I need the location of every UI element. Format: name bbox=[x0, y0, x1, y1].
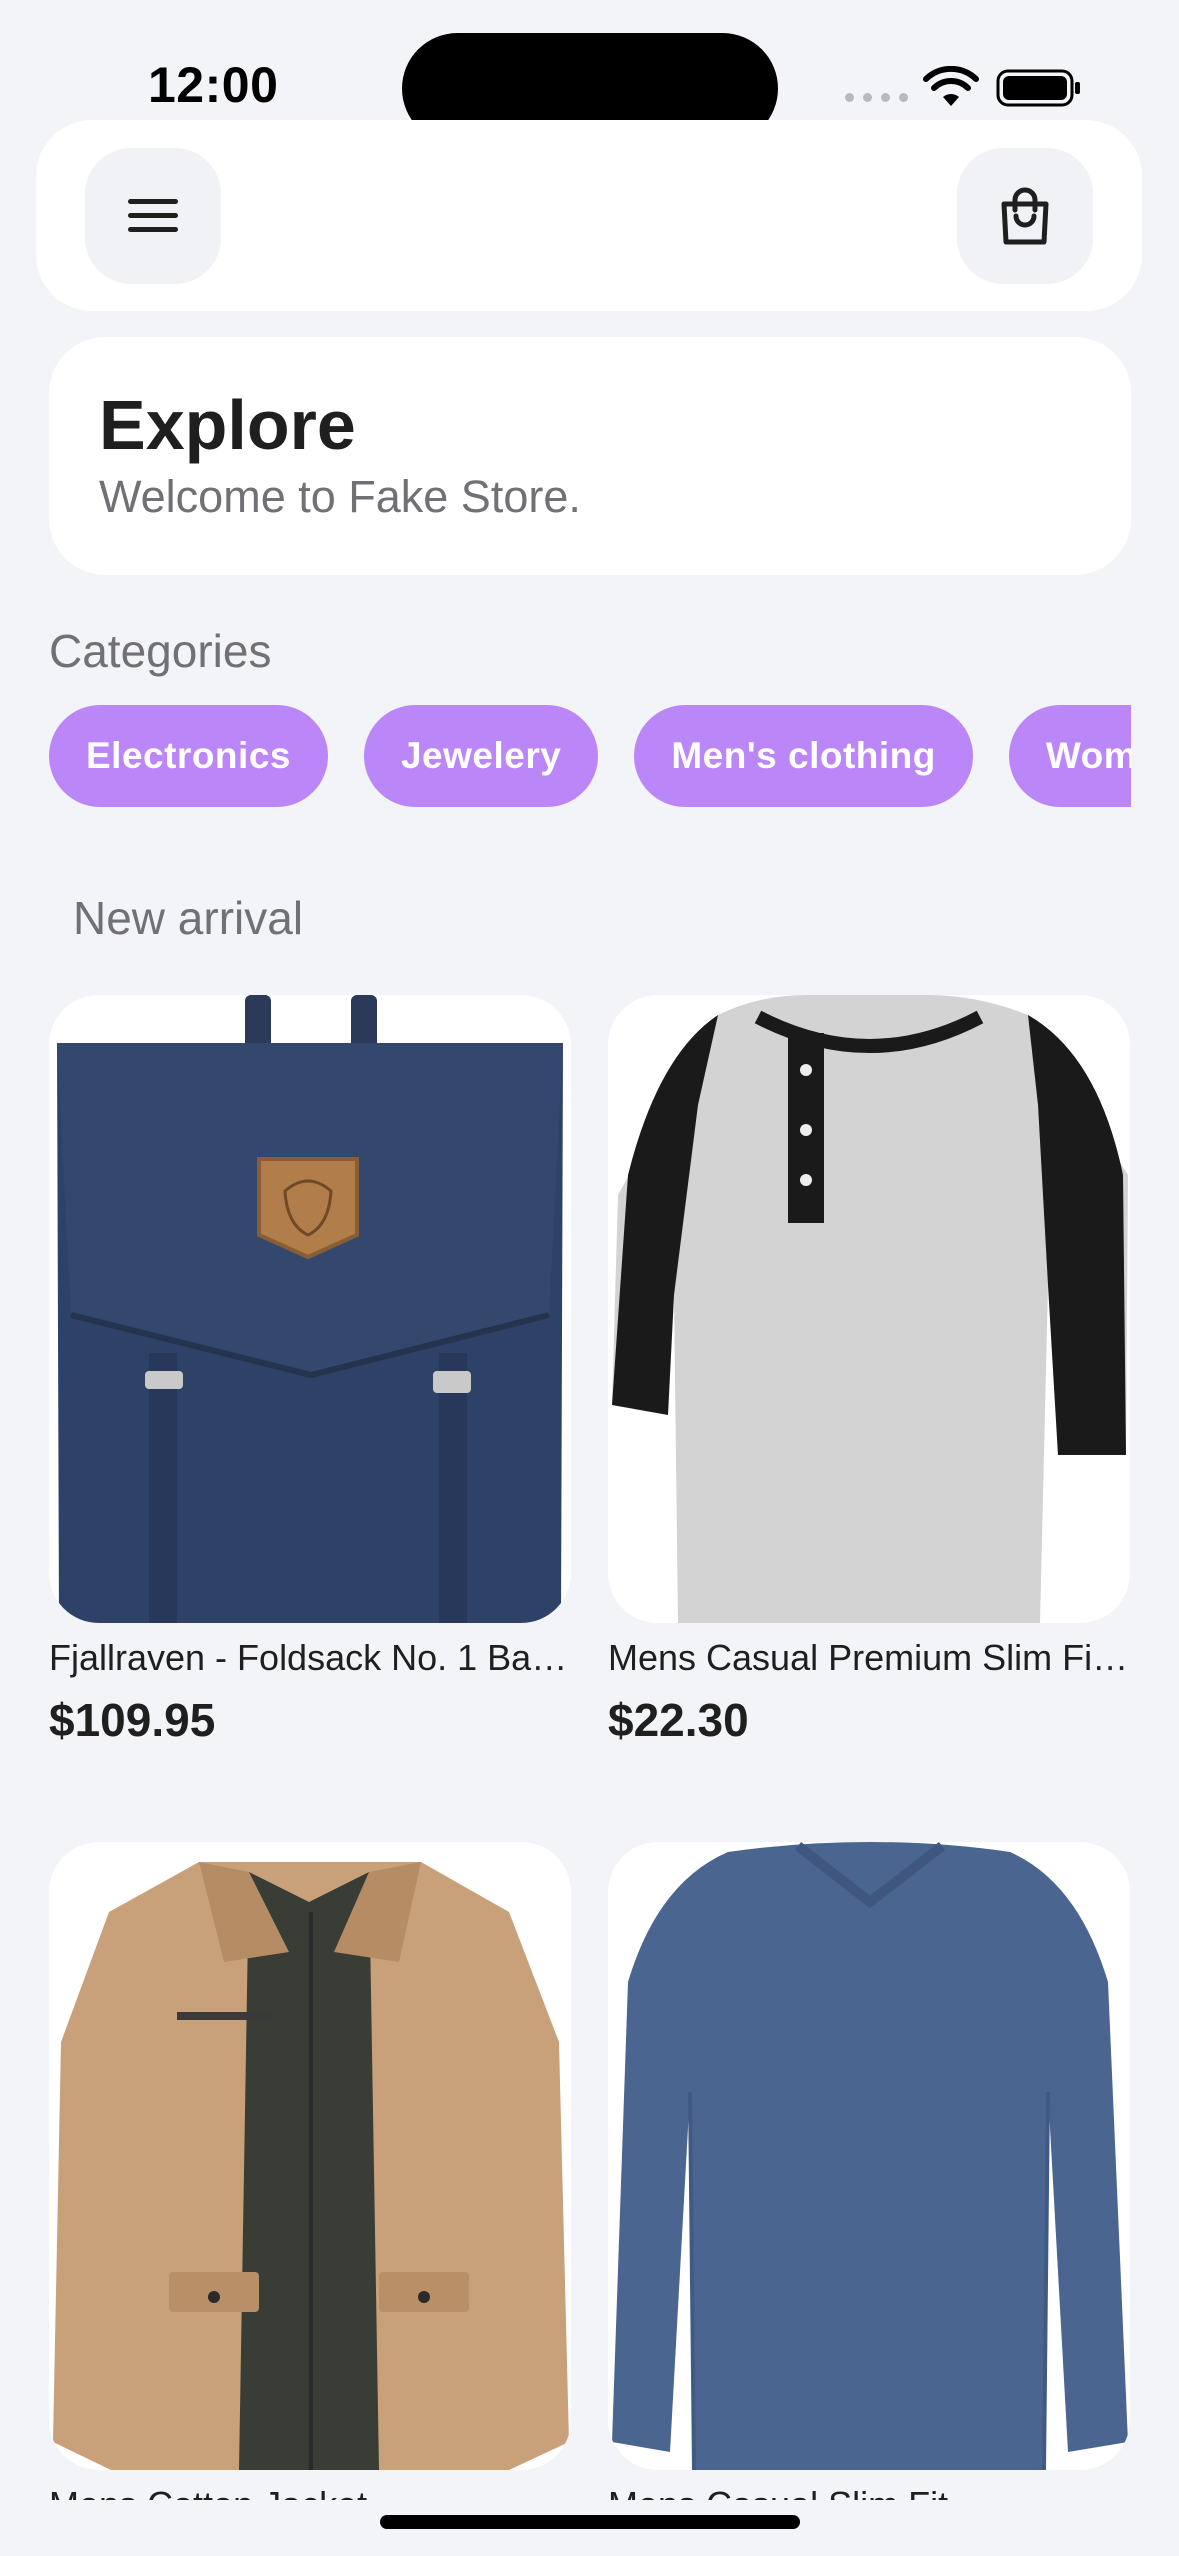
categories-heading: Categories bbox=[49, 625, 272, 677]
category-chip-mens-clothing[interactable]: Men's clothing bbox=[634, 705, 973, 807]
product-title: Mens Casual Premium Slim Fit T-Shirts bbox=[608, 1637, 1130, 1678]
page-subtitle: Welcome to Fake Store. bbox=[99, 471, 581, 522]
hamburger-menu-icon bbox=[128, 199, 178, 232]
category-chip-womens-clothing[interactable]: Women's clothing bbox=[1008, 705, 1131, 807]
battery-icon bbox=[996, 69, 1080, 107]
product-price: $22.30 bbox=[608, 1694, 749, 1746]
product-image[interactable] bbox=[49, 1842, 571, 2470]
status-time: 12:00 bbox=[148, 57, 279, 113]
menu-button[interactable] bbox=[85, 148, 221, 284]
wifi-icon bbox=[923, 66, 979, 106]
category-chip-jewelery[interactable]: Jewelery bbox=[363, 705, 599, 807]
new-arrival-heading: New arrival bbox=[73, 892, 304, 944]
tshirt-image bbox=[612, 995, 1128, 1623]
app-screen: 12:00 Explore Welcome to Fake Store. Cat… bbox=[0, 0, 1179, 2556]
product-card[interactable]: Fjallraven - Foldsack No. 1 Backpack, Fi… bbox=[49, 995, 571, 1747]
top-app-bar bbox=[36, 120, 1142, 311]
cart-button[interactable] bbox=[957, 148, 1093, 284]
product-image[interactable] bbox=[608, 1842, 1130, 2470]
product-title: Fjallraven - Foldsack No. 1 Backpack, Fi… bbox=[49, 1637, 571, 1678]
product-price: $109.95 bbox=[49, 1694, 216, 1746]
cellular-signal-icon bbox=[845, 93, 908, 102]
longsleeve-tshirt-image bbox=[612, 1842, 1128, 2470]
category-chip-list[interactable]: Electronics Jewelery Men's clothing Wome… bbox=[49, 705, 1131, 807]
product-card[interactable]: Mens Casual Premium Slim Fit T-Shirts $2… bbox=[608, 995, 1130, 1747]
product-card[interactable]: Mens Casual Slim Fit bbox=[608, 1842, 1130, 2526]
backpack-image bbox=[57, 995, 563, 1623]
product-card[interactable]: Mens Cotton Jacket bbox=[49, 1842, 571, 2526]
product-image[interactable] bbox=[49, 995, 571, 1623]
jacket-image bbox=[53, 1862, 569, 2470]
product-image[interactable] bbox=[608, 995, 1130, 1623]
shopping-bag-icon bbox=[1001, 187, 1049, 245]
home-indicator[interactable] bbox=[380, 2515, 800, 2529]
explore-card: Explore Welcome to Fake Store. bbox=[49, 337, 1131, 575]
category-chip-electronics[interactable]: Electronics bbox=[49, 705, 328, 807]
page-title: Explore bbox=[99, 386, 356, 464]
